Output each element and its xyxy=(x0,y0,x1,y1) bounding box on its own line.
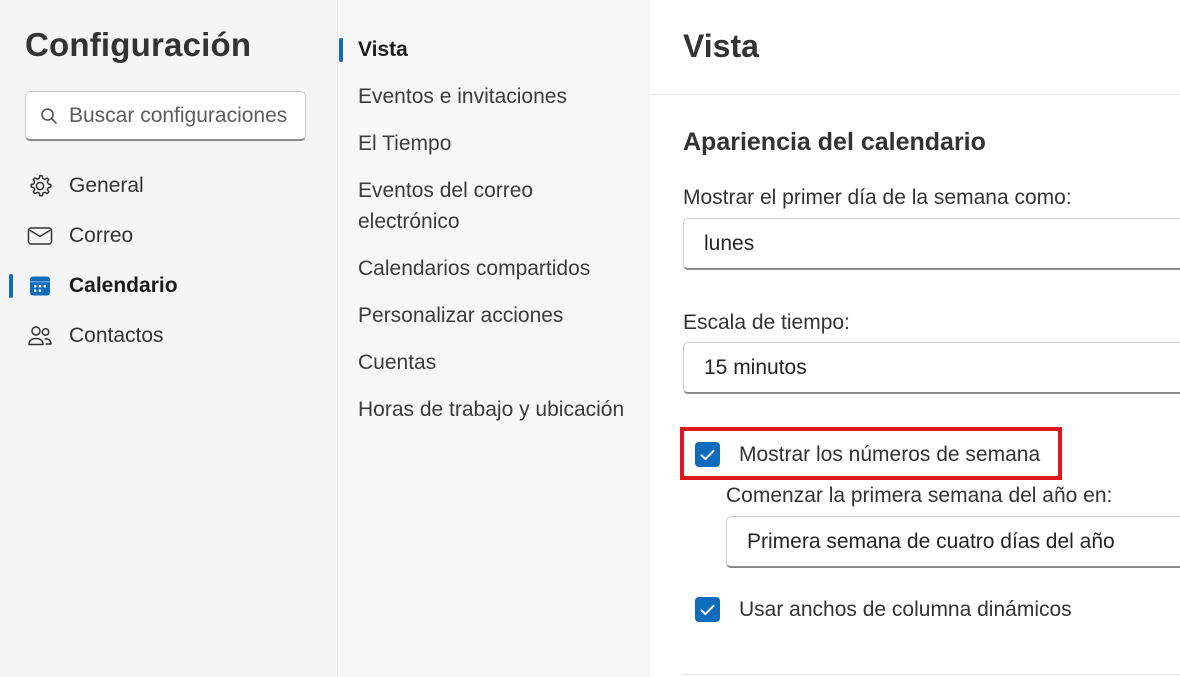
search-input[interactable] xyxy=(69,103,289,128)
dynamic-columns-label: Usar anchos de columna dinámicos xyxy=(739,597,1072,621)
settings-content: Vista Apariencia del calendario Mostrar … xyxy=(650,0,1180,677)
subsection-calendarios-compartidos[interactable]: Calendarios compartidos xyxy=(338,245,651,292)
category-label: Calendario xyxy=(69,274,178,297)
category-general[interactable]: General xyxy=(0,161,337,211)
subsection-pane: Vista Eventos e invitaciones El Tiempo E… xyxy=(337,0,650,677)
first-week-label: Comenzar la primera semana del año en: xyxy=(726,484,1113,507)
first-day-value: lunes xyxy=(704,231,755,255)
subsection-vista[interactable]: Vista xyxy=(338,26,651,73)
subsection-tiempo[interactable]: El Tiempo xyxy=(338,120,651,167)
subsection-eventos-correo[interactable]: Eventos del correo electrónico xyxy=(338,167,651,245)
people-icon xyxy=(26,322,54,350)
category-list: General Correo Calendario Contactos xyxy=(0,161,337,361)
subsection-cuentas[interactable]: Cuentas xyxy=(338,339,651,386)
checkmark-icon xyxy=(695,597,720,622)
subsection-horas-trabajo[interactable]: Horas de trabajo y ubicación xyxy=(338,386,651,433)
settings-sidebar: Configuración General Cor xyxy=(0,0,337,677)
highlight-annotation xyxy=(680,427,1062,480)
category-contacts[interactable]: Contactos xyxy=(0,311,337,361)
subsection-eventos-invitaciones[interactable]: Eventos e invitaciones xyxy=(338,73,651,120)
category-label: General xyxy=(69,174,144,197)
header-divider xyxy=(650,94,1180,95)
first-week-value: Primera semana de cuatro días del año xyxy=(747,529,1115,553)
search-icon xyxy=(41,107,57,124)
search-box[interactable] xyxy=(25,91,306,141)
section-title: Apariencia del calendario xyxy=(683,128,986,156)
time-scale-dropdown[interactable]: 15 minutos xyxy=(683,342,1180,394)
dynamic-columns-checkbox[interactable]: Usar anchos de columna dinámicos xyxy=(695,597,1072,622)
first-week-dropdown[interactable]: Primera semana de cuatro días del año xyxy=(726,516,1180,568)
subsection-list: Vista Eventos e invitaciones El Tiempo E… xyxy=(338,26,651,433)
first-day-dropdown[interactable]: lunes xyxy=(683,218,1180,270)
category-calendar[interactable]: Calendario xyxy=(0,261,337,311)
settings-title: Configuración xyxy=(25,26,252,63)
time-scale-value: 15 minutos xyxy=(704,355,807,379)
time-scale-label: Escala de tiempo: xyxy=(683,311,850,334)
category-label: Correo xyxy=(69,224,134,247)
section-divider xyxy=(683,674,1180,675)
page-title: Vista xyxy=(683,28,759,64)
gear-icon xyxy=(26,172,54,200)
category-mail[interactable]: Correo xyxy=(0,211,337,261)
calendar-icon xyxy=(26,272,54,300)
mail-icon xyxy=(26,222,54,250)
category-label: Contactos xyxy=(69,324,164,347)
first-day-label: Mostrar el primer día de la semana como: xyxy=(683,186,1072,209)
subsection-personalizar-acciones[interactable]: Personalizar acciones xyxy=(338,292,651,339)
